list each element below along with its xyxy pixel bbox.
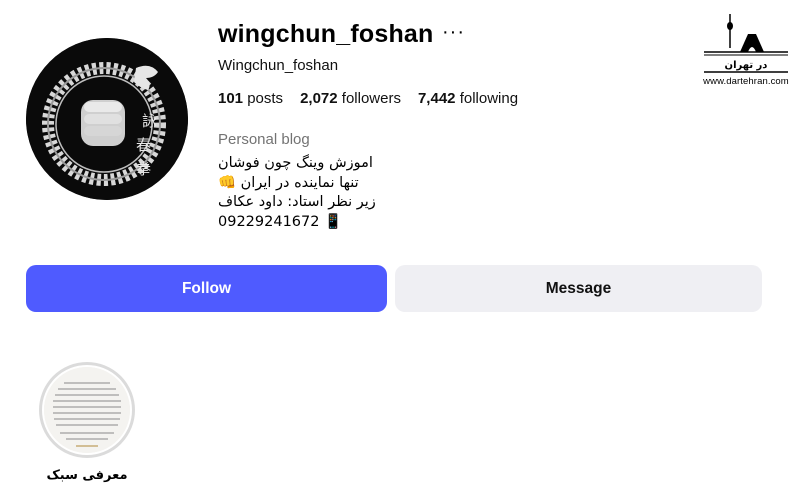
dragon-fist-logo: 詠 春 拳 (26, 38, 188, 200)
more-options-icon[interactable]: ··· (442, 22, 465, 42)
posts-count: 101 (218, 90, 244, 107)
tehran-skyline-logo-icon: در تهران (704, 14, 788, 73)
svg-text:詠: 詠 (142, 112, 157, 130)
following-label: following (459, 90, 519, 107)
following-stat[interactable]: 7,442 following (418, 90, 518, 107)
following-count: 7,442 (417, 90, 456, 107)
bio-line-4[interactable]: 09229241672 📱 (218, 213, 478, 233)
posts-stat[interactable]: 101 posts (218, 90, 283, 107)
profile-bio: اموزش وینگ چون فوشان تنها نماینده در ایر… (218, 154, 478, 232)
watermark-url: www.dartehran.com (703, 76, 789, 87)
bio-line-1: اموزش وینگ چون فوشان (218, 155, 373, 171)
story-highlight[interactable]: معرفی سبک (38, 362, 136, 483)
bio-line-2: تنها نماینده در ایران 👊 (218, 174, 359, 191)
followers-count: 2,072 (300, 90, 338, 107)
dartehran-watermark: در تهران www.dartehran.com (698, 12, 794, 92)
highlight-label: معرفی سبک (46, 468, 128, 483)
message-button[interactable]: Message (395, 265, 762, 312)
followers-stat[interactable]: 2,072 followers (300, 90, 401, 107)
profile-avatar[interactable]: 詠 春 拳 (26, 38, 188, 200)
profile-username: wingchun_foshan (218, 20, 434, 48)
bio-line-3: زیر نظر استاد: داود عکاف (218, 194, 376, 210)
followers-label: followers (341, 90, 401, 107)
profile-full-name: Wingchun_foshan (218, 57, 339, 74)
follow-button[interactable]: Follow (26, 265, 387, 312)
posts-label: posts (247, 90, 284, 107)
highlight-cover-icon (44, 367, 130, 453)
profile-category: Personal blog (218, 131, 310, 148)
watermark-logo-text: در تهران (725, 60, 768, 71)
profile-stats: 101 posts 2,072 followers 7,442 followin… (218, 90, 518, 107)
svg-text:拳: 拳 (136, 160, 151, 178)
highlight-ring (39, 362, 135, 458)
svg-text:春: 春 (136, 136, 151, 154)
